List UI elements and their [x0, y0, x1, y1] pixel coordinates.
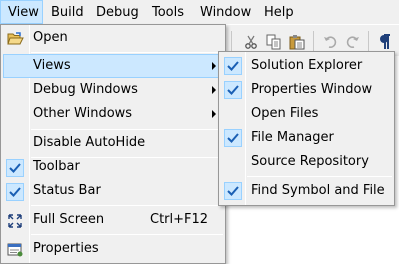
- menu-item-full-screen[interactable]: Full Screen Ctrl+F12: [3, 208, 223, 232]
- checkmark-icon: [224, 57, 242, 75]
- menu-item-toolbar[interactable]: Toolbar: [3, 155, 223, 179]
- menu-item-views[interactable]: Views: [3, 54, 223, 78]
- properties-icon: [6, 241, 24, 259]
- menu-item-status-bar[interactable]: Status Bar: [3, 179, 223, 203]
- submenu-item-label: Properties Window: [251, 82, 373, 97]
- menu-help[interactable]: Help: [256, 0, 296, 24]
- submenu-item-label: Solution Explorer: [251, 58, 363, 73]
- menu-view[interactable]: View: [0, 0, 43, 24]
- menu-item-other-windows[interactable]: Other Windows: [3, 102, 223, 126]
- toolbar-separator: [313, 31, 314, 51]
- menu-item-open[interactable]: Open: [3, 26, 223, 50]
- menu-item-label: Debug Windows: [33, 82, 138, 97]
- checkmark-icon: [6, 183, 24, 201]
- toolbar-separator: [231, 31, 232, 51]
- checkmark-icon: [224, 81, 242, 99]
- menu-debug[interactable]: Debug: [88, 0, 144, 24]
- redo-icon[interactable]: [345, 34, 361, 50]
- undo-icon[interactable]: [322, 34, 338, 50]
- submenu-item-source-repository[interactable]: Source Repository: [221, 150, 392, 174]
- checkmark-icon: [224, 182, 242, 200]
- menu-item-debug-windows[interactable]: Debug Windows: [3, 78, 223, 102]
- submenu-item-open-files[interactable]: Open Files: [221, 102, 392, 126]
- menu-separator: [31, 52, 223, 53]
- submenu-item-file-manager[interactable]: File Manager: [221, 126, 392, 150]
- menu-item-label: Properties: [33, 241, 99, 256]
- menu-tools[interactable]: Tools: [144, 0, 192, 24]
- menu-item-label: Status Bar: [33, 183, 101, 198]
- menu-item-properties[interactable]: Properties: [3, 237, 223, 261]
- menu-bar: View Build Debug Tools Window Help: [0, 0, 399, 24]
- submenu-item-label: Source Repository: [251, 154, 369, 169]
- submenu-arrow-icon: [212, 86, 216, 94]
- menu-item-label: Views: [33, 58, 71, 73]
- checkmark-icon: [6, 159, 24, 177]
- menu-window[interactable]: Window: [192, 0, 256, 24]
- submenu-item-solution-explorer[interactable]: Solution Explorer: [221, 54, 392, 78]
- menu-item-label: Full Screen: [33, 212, 105, 227]
- menu-item-label: Open: [33, 30, 68, 45]
- submenu-item-label: Find Symbol and File: [251, 183, 385, 198]
- menu-build[interactable]: Build: [43, 0, 88, 24]
- open-folder-icon: [6, 30, 24, 48]
- menu-separator: [31, 205, 223, 206]
- submenu-item-find-symbol-and-file[interactable]: Find Symbol and File: [221, 179, 392, 203]
- menu-separator: [31, 129, 223, 130]
- submenu-item-properties-window[interactable]: Properties Window: [221, 78, 392, 102]
- submenu-item-label: Open Files: [251, 106, 319, 121]
- menu-item-label: Disable AutoHide: [33, 135, 146, 150]
- views-submenu: Solution Explorer Properties Window Open…: [218, 51, 395, 206]
- paste-icon[interactable]: [289, 34, 305, 50]
- submenu-item-label: File Manager: [251, 130, 334, 145]
- menu-separator: [31, 234, 223, 235]
- menu-separator: [247, 176, 392, 177]
- submenu-arrow-icon: [212, 110, 216, 118]
- copy-icon[interactable]: [266, 34, 282, 50]
- cut-icon[interactable]: [243, 34, 259, 50]
- view-menu: Open Views Debug Windows Other Windows D…: [0, 24, 226, 264]
- toolbar-separator: [368, 31, 369, 51]
- menu-item-label: Toolbar: [33, 159, 80, 174]
- menu-item-shortcut: Ctrl+F12: [150, 212, 209, 227]
- checkmark-icon: [224, 129, 242, 147]
- submenu-arrow-icon: [212, 62, 216, 70]
- menu-item-disable-autohide[interactable]: Disable AutoHide: [3, 131, 223, 155]
- pilcrow-icon[interactable]: [377, 34, 393, 50]
- full-screen-icon: [6, 212, 24, 230]
- menu-item-label: Other Windows: [33, 106, 133, 121]
